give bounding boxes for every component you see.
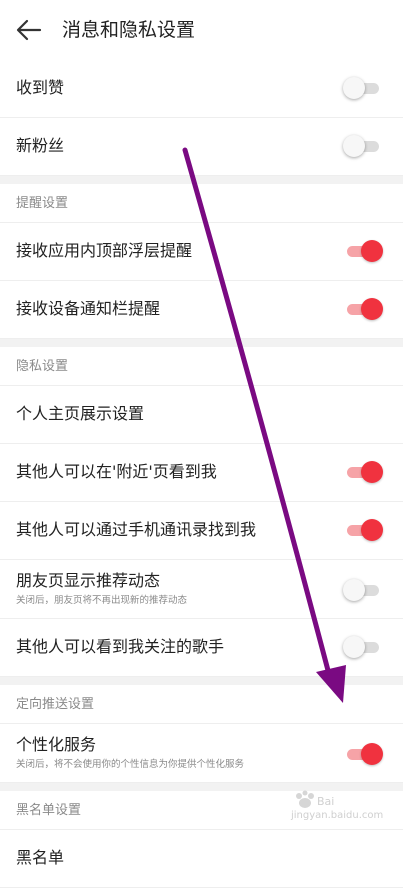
- section-divider: [0, 339, 403, 347]
- setting-label: 其他人可以看到我关注的歌手: [16, 637, 225, 656]
- section-divider: [0, 677, 403, 685]
- section-title: 隐私设置: [16, 359, 69, 374]
- setting-row-new-fans[interactable]: 新粉丝: [0, 118, 403, 176]
- section-title: 黑名单设置: [16, 803, 82, 818]
- section-title: 提醒设置: [16, 196, 69, 211]
- toggle-switch[interactable]: [345, 743, 383, 765]
- toggle-switch[interactable]: [343, 135, 381, 157]
- setting-label: 黑名单: [16, 848, 65, 867]
- toggle-switch[interactable]: [345, 298, 383, 320]
- setting-row-personalized-service[interactable]: 个性化服务 关闭后，将不会使用你的个性信息为你提供个性化服务: [0, 724, 403, 783]
- section-header-targeting: 定向推送设置: [0, 685, 403, 724]
- toggle-switch[interactable]: [345, 519, 383, 541]
- setting-row-recommend-feed[interactable]: 朋友页显示推荐动态 关闭后，朋友页将不再出现新的推荐动态: [0, 560, 403, 619]
- setting-row-likes[interactable]: 收到赞: [0, 60, 403, 118]
- page-title: 消息和隐私设置: [62, 19, 196, 41]
- setting-label: 收到赞: [16, 78, 65, 97]
- section-title: 定向推送设置: [16, 697, 95, 712]
- setting-label: 个性化服务: [16, 735, 97, 754]
- toggle-switch[interactable]: [343, 77, 381, 99]
- setting-label: 个人主页展示设置: [16, 404, 145, 423]
- setting-row-blacklist[interactable]: 黑名单: [0, 830, 403, 888]
- setting-label: 接收设备通知栏提醒: [16, 299, 161, 318]
- toggle-switch[interactable]: [345, 240, 383, 262]
- baidu-paw-icon: Bai: [296, 790, 334, 808]
- app-header: 消息和隐私设置: [0, 0, 403, 60]
- setting-label: 其他人可以通过手机通讯录找到我: [16, 520, 257, 539]
- baidu-watermark: Bai jingyan.baidu.com: [291, 790, 391, 830]
- setting-row-in-app-reminder[interactable]: 接收应用内顶部浮层提醒: [0, 223, 403, 281]
- section-header-reminder: 提醒设置: [0, 184, 403, 223]
- setting-row-profile-display[interactable]: 个人主页展示设置: [0, 386, 403, 444]
- watermark-text: jingyan.baidu.com: [291, 810, 384, 821]
- setting-description: 关闭后，朋友页将不再出现新的推荐动态: [16, 595, 188, 606]
- back-arrow-icon[interactable]: [16, 18, 42, 42]
- svg-text:Bai: Bai: [317, 795, 334, 808]
- setting-label: 其他人可以在'附近'页看到我: [16, 462, 217, 481]
- setting-row-followed-singers[interactable]: 其他人可以看到我关注的歌手: [0, 619, 403, 677]
- settings-list: 收到赞 新粉丝 提醒设置 接收应用内顶部浮层提醒 接收设备通知栏提醒 隐私设置 …: [0, 60, 403, 888]
- setting-description: 关闭后，将不会使用你的个性信息为你提供个性化服务: [16, 759, 245, 770]
- setting-row-contacts[interactable]: 其他人可以通过手机通讯录找到我: [0, 502, 403, 560]
- setting-label: 新粉丝: [16, 136, 65, 155]
- section-header-privacy: 隐私设置: [0, 347, 403, 386]
- setting-row-notification-bar[interactable]: 接收设备通知栏提醒: [0, 281, 403, 339]
- section-divider: [0, 176, 403, 184]
- toggle-switch[interactable]: [343, 579, 381, 601]
- setting-label: 朋友页显示推荐动态: [16, 571, 161, 590]
- setting-label: 接收应用内顶部浮层提醒: [16, 241, 193, 260]
- setting-row-nearby[interactable]: 其他人可以在'附近'页看到我: [0, 444, 403, 502]
- toggle-switch[interactable]: [345, 461, 383, 483]
- toggle-switch[interactable]: [343, 636, 381, 658]
